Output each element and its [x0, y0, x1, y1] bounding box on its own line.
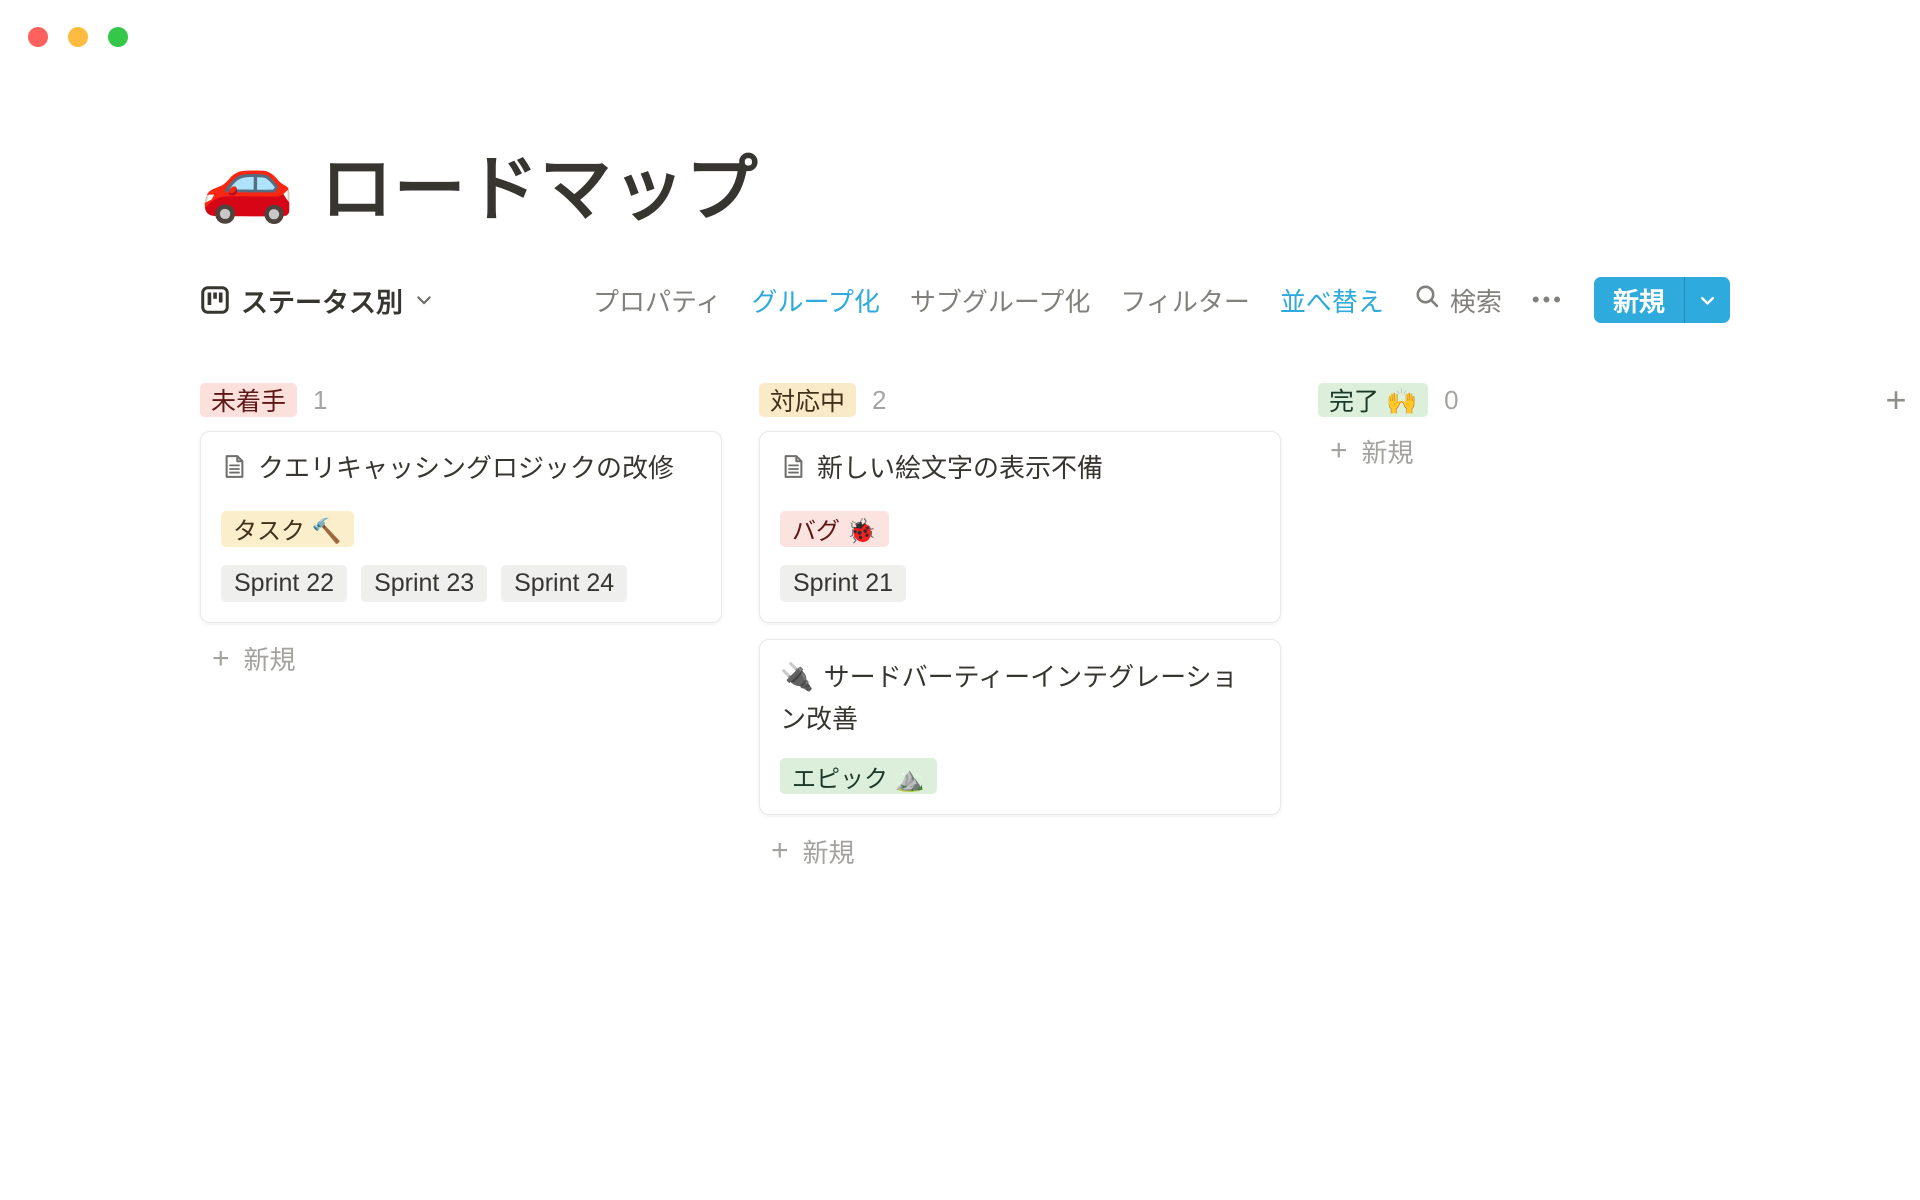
add-card-button[interactable]: + 新規	[200, 639, 722, 679]
toolbar-menu: プロパティ グループ化 サブグループ化 フィルター 並べ替え 検索 ••• 新規	[593, 277, 1730, 323]
plus-icon: +	[771, 836, 789, 866]
view-name-label: ステータス別	[241, 281, 403, 320]
card-title: 新しい絵文字の表示不備	[780, 448, 1260, 493]
more-options-icon[interactable]: •••	[1532, 287, 1564, 313]
menu-item-filter[interactable]: フィルター	[1120, 282, 1249, 319]
add-card-button[interactable]: + 新規	[1318, 431, 1840, 471]
add-card-button[interactable]: + 新規	[759, 831, 1281, 871]
column-header[interactable]: 未着手 1	[200, 383, 722, 417]
sprint-pill: Sprint 22	[221, 565, 347, 602]
menu-item-group[interactable]: グループ化	[751, 282, 879, 319]
close-window-button[interactable]	[28, 27, 48, 47]
search-button[interactable]: 検索	[1414, 282, 1502, 319]
card-title-text: クエリキャッシングロジックの改修	[258, 453, 674, 483]
new-button[interactable]: 新規	[1594, 277, 1730, 323]
add-card-label: 新規	[803, 833, 855, 870]
card-tags: タスク 🔨	[221, 511, 701, 547]
status-badge: 対応中	[759, 383, 856, 417]
search-icon	[1414, 283, 1441, 317]
card-tags: エピック ⛰️	[780, 758, 1260, 794]
sprint-pill: Sprint 21	[780, 565, 906, 602]
column-count: 2	[872, 385, 886, 416]
page-icon-car-emoji[interactable]: 🚗	[200, 145, 295, 221]
card-title-text: サードバーティーインテグレーション改善	[780, 662, 1238, 734]
menu-item-subgroup[interactable]: サブグループ化	[910, 282, 1090, 319]
column-count: 1	[313, 385, 327, 416]
column-done: 完了 🙌 0 + 新規	[1318, 383, 1840, 471]
card-query-caching[interactable]: クエリキャッシングロジックの改修 タスク 🔨 Sprint 22 Sprint …	[200, 431, 722, 623]
plus-icon: +	[1885, 379, 1906, 421]
add-group-button[interactable]: +	[1878, 382, 1914, 418]
card-tags: バグ 🐞	[780, 511, 1260, 547]
plus-icon: +	[212, 644, 230, 674]
status-badge: 未着手	[200, 383, 297, 417]
page-content: 🚗 ロードマップ ステータス別 プロパティ グループ化 サブグループ化 フィルタ	[200, 0, 1730, 871]
add-card-label: 新規	[1362, 433, 1414, 470]
add-card-label: 新規	[244, 640, 296, 677]
tag-bug: バグ 🐞	[780, 511, 889, 547]
document-icon	[780, 451, 807, 493]
card-title: 🔌サードバーティーインテグレーション改善	[780, 656, 1260, 741]
card-emoji-display-bug[interactable]: 新しい絵文字の表示不備 バグ 🐞 Sprint 21	[759, 431, 1281, 623]
sprint-pill: Sprint 23	[361, 565, 487, 602]
card-title-text: 新しい絵文字の表示不備	[817, 453, 1103, 483]
window-controls	[28, 27, 128, 47]
chevron-down-icon	[414, 290, 434, 310]
column-not-started: 未着手 1 クエリキャッシングロジックの改修 タスク 🔨	[200, 383, 722, 679]
sprint-pill: Sprint 24	[501, 565, 627, 602]
menu-item-properties[interactable]: プロパティ	[593, 282, 721, 319]
card-sprints: Sprint 21	[780, 565, 1260, 602]
column-count: 0	[1444, 385, 1458, 416]
page-title: 🚗 ロードマップ	[200, 130, 1730, 235]
kanban-board: 未着手 1 クエリキャッシングロジックの改修 タスク 🔨	[200, 383, 1730, 871]
new-button-label[interactable]: 新規	[1594, 277, 1684, 323]
minimize-window-button[interactable]	[68, 27, 88, 47]
zoom-window-button[interactable]	[108, 27, 128, 47]
menu-item-sort[interactable]: 並べ替え	[1280, 282, 1384, 319]
tag-task: タスク 🔨	[221, 511, 354, 547]
column-header[interactable]: 完了 🙌 0	[1318, 383, 1840, 417]
new-button-dropdown[interactable]	[1684, 277, 1730, 323]
search-label: 検索	[1450, 282, 1502, 319]
card-title: クエリキャッシングロジックの改修	[221, 448, 701, 493]
view-toolbar: ステータス別 プロパティ グループ化 サブグループ化 フィルター 並べ替え 検索…	[200, 277, 1730, 323]
tag-epic: エピック ⛰️	[780, 758, 937, 794]
status-badge: 完了 🙌	[1318, 383, 1428, 417]
column-header[interactable]: 対応中 2	[759, 383, 1281, 417]
page-title-text[interactable]: ロードマップ	[321, 130, 759, 235]
card-sprints: Sprint 22 Sprint 23 Sprint 24	[221, 565, 701, 602]
board-view-icon	[200, 285, 230, 315]
plug-emoji-icon: 🔌	[780, 662, 814, 692]
card-third-party-integration[interactable]: 🔌サードバーティーインテグレーション改善 エピック ⛰️	[759, 639, 1281, 816]
plus-icon: +	[1330, 436, 1348, 466]
document-icon	[221, 451, 248, 493]
column-in-progress: 対応中 2 新しい絵文字の表示不備 バグ 🐞	[759, 383, 1281, 871]
view-selector[interactable]: ステータス別	[200, 281, 434, 320]
